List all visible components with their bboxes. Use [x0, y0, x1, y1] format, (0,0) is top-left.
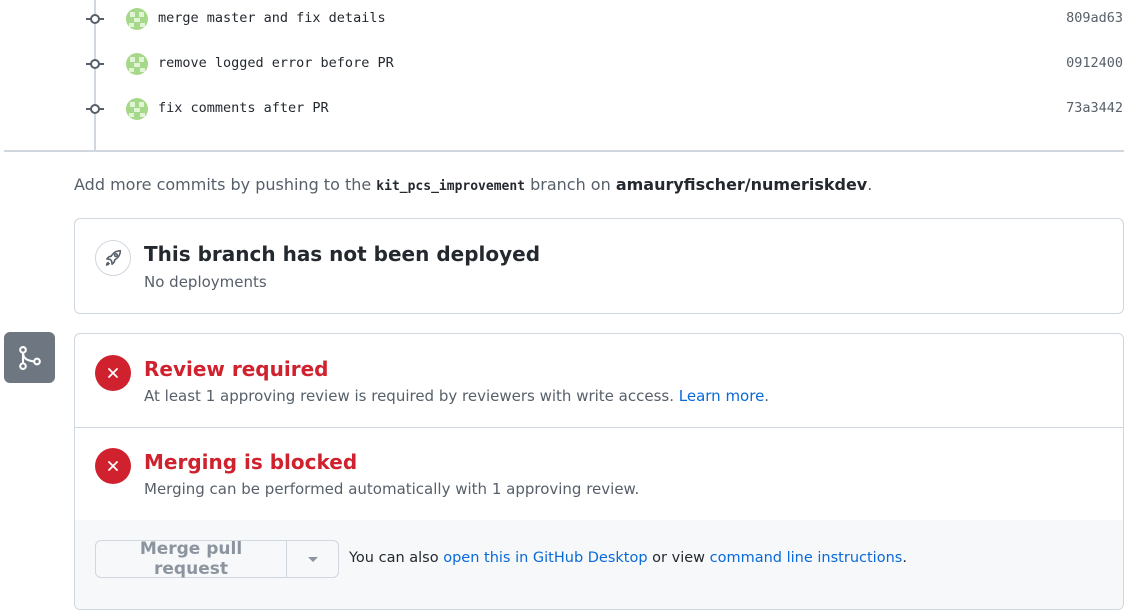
footer-prefix: You can also: [349, 550, 444, 566]
merging-blocked-title: Merging is blocked: [144, 450, 358, 474]
commit-message[interactable]: merge master and fix details: [158, 10, 386, 26]
branch-name: kit_pcs_improvement: [376, 179, 526, 194]
push-note-middle: branch on: [525, 175, 616, 194]
review-required-suffix: .: [764, 387, 770, 405]
footer-text: You can also open this in GitHub Desktop…: [349, 550, 907, 566]
review-required-title: Review required: [144, 357, 329, 381]
push-note-suffix: .: [867, 175, 873, 194]
avatar[interactable]: [126, 98, 148, 120]
merge-method-dropdown[interactable]: [287, 540, 339, 578]
commit-sha[interactable]: 809ad63: [1066, 10, 1123, 26]
deployment-subtitle: No deployments: [144, 273, 267, 291]
avatar[interactable]: [126, 53, 148, 75]
x-circle-icon: [95, 355, 131, 391]
command-line-instructions-link[interactable]: command line instructions: [710, 550, 903, 566]
repo-name: amauryfischer/numeriskdev: [615, 175, 868, 194]
learn-more-link[interactable]: Learn more: [679, 387, 765, 405]
push-note: Add more commits by pushing to the kit_p…: [74, 175, 872, 194]
caret-down-icon: [307, 556, 318, 562]
review-required-text: At least 1 approving review is required …: [144, 387, 769, 405]
footer-middle: or view: [647, 550, 710, 566]
review-required-description: At least 1 approving review is required …: [144, 387, 679, 405]
git-branch-icon: [4, 332, 55, 383]
commit-node-icon: [86, 104, 104, 114]
commit-row: fix comments after PR 73a3442: [0, 94, 1128, 124]
merging-blocked-text: Merging can be performed automatically w…: [144, 480, 640, 498]
avatar[interactable]: [126, 8, 148, 30]
commit-sha[interactable]: 0912400: [1066, 55, 1123, 71]
push-note-prefix: Add more commits by pushing to the: [74, 175, 377, 194]
deployment-box: This branch has not been deployed No dep…: [74, 218, 1124, 314]
commit-message[interactable]: fix comments after PR: [158, 100, 329, 116]
commit-message[interactable]: remove logged error before PR: [158, 55, 394, 71]
commit-row: merge master and fix details 809ad63: [0, 4, 1128, 34]
timeline-divider: [4, 150, 1124, 152]
commit-node-icon: [86, 59, 104, 69]
commit-node-icon: [86, 14, 104, 24]
footer-suffix: .: [902, 550, 907, 566]
deployment-title: This branch has not been deployed: [144, 242, 541, 266]
review-required-section: Review required At least 1 approving rev…: [75, 334, 1123, 427]
commit-sha[interactable]: 73a3442: [1066, 100, 1123, 116]
x-circle-icon: [95, 448, 131, 484]
merge-footer: Merge pull request You can also open thi…: [75, 520, 1123, 609]
commit-row: remove logged error before PR 0912400: [0, 49, 1128, 79]
merge-status-box: Review required At least 1 approving rev…: [74, 333, 1124, 610]
rocket-icon: [95, 240, 131, 276]
merging-blocked-section: Merging is blocked Merging can be perfor…: [75, 428, 1123, 520]
github-desktop-link[interactable]: open this in GitHub Desktop: [443, 550, 647, 566]
merge-pull-request-button[interactable]: Merge pull request: [95, 539, 287, 579]
